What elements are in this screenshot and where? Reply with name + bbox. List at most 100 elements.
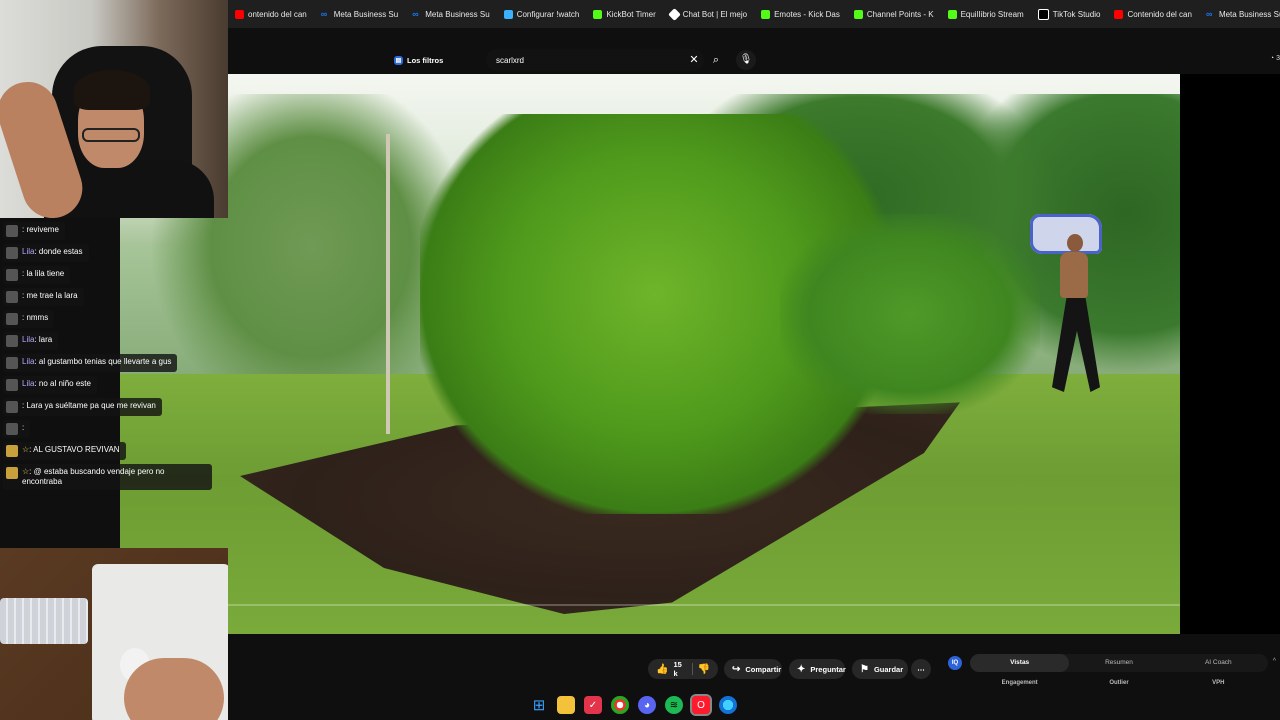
youtube-icon <box>235 9 244 19</box>
panel-tab-ai-coach[interactable]: AI Coach <box>1169 654 1268 672</box>
ask-button[interactable]: ✦ Preguntar <box>789 659 846 679</box>
chat-message-body: : <box>22 423 24 433</box>
chat-text: : lara <box>34 335 53 344</box>
chat-username: Lila <box>22 379 35 388</box>
meta-icon: ∞ <box>1205 8 1213 19</box>
bookmark-item[interactable]: ∞ Meta Business Su <box>314 0 405 28</box>
sparkle-icon: ✦ <box>797 663 806 675</box>
save-label: Guardar <box>873 664 904 674</box>
bookmark-label: ontenido del can <box>248 9 307 19</box>
chat-username: Lila <box>22 335 35 344</box>
analytics-panel: IQ Vistas Resumen AI Coach Engagement Outli… <box>940 650 1280 700</box>
video-progress-bar[interactable] <box>120 604 1180 606</box>
chat-text: : no al niño este <box>34 379 91 388</box>
video-bag <box>1030 214 1102 254</box>
search-icon[interactable]: ⌕ <box>706 50 726 70</box>
like-dislike-group[interactable]: 👍 15 k 👎 <box>648 659 718 679</box>
bookmark-label: Meta Business Su <box>425 9 490 19</box>
chat-avatar <box>6 445 18 457</box>
chat-message: : Lara ya suéltame pa que me revivan <box>3 398 162 416</box>
chat-message: Lila: donde estas <box>3 244 89 262</box>
chat-avatar <box>6 225 18 237</box>
app-icon[interactable] <box>719 696 737 714</box>
panel-tab-vistas[interactable]: Vistas <box>970 654 1070 672</box>
file-explorer-icon[interactable] <box>557 696 575 714</box>
like-icon[interactable]: 👍 <box>656 664 668 675</box>
chat-message: : <box>3 420 31 438</box>
chat-message: ☆: @ estaba buscando vendaje pero no enc… <box>3 464 212 490</box>
bookmark-item[interactable]: Chat Bot | El mejo <box>663 0 754 28</box>
header-right-indicator: ◔ 3 <box>1269 55 1280 62</box>
kick-icon <box>761 9 771 19</box>
bookmark-item[interactable]: EquilIibrio Stream <box>941 0 1031 28</box>
bookmark-label: Configurar !watch <box>516 9 580 19</box>
bookmark-item[interactable]: Emotes - Kick Das <box>754 0 847 28</box>
red-app-icon[interactable]: ✓ <box>584 696 602 714</box>
panel-column-header: Engagement <box>1001 680 1038 686</box>
bookmark-label: Contenido del can <box>1127 9 1192 19</box>
bookmark-item[interactable]: KickBot Timer <box>586 0 662 28</box>
microphone-icon[interactable]: 🎙 <box>736 50 756 70</box>
chat-username: Lila <box>22 357 35 366</box>
chat-message-body: : me trae la lara <box>22 291 78 301</box>
clear-search-icon[interactable]: ✕ <box>684 50 704 70</box>
chat-avatar <box>6 291 18 303</box>
chat-avatar <box>6 313 18 325</box>
bookmark-label: KickBot Timer <box>606 9 656 19</box>
bookmark-label: Meta Business Su <box>333 9 399 19</box>
bookmark-label: Meta Business Su <box>1218 9 1280 19</box>
bookmark-item[interactable]: ∞ Meta Business Su <box>405 0 496 28</box>
share-label: Compartir <box>745 664 782 674</box>
chat-message-body: Lila: donde estas <box>22 247 83 257</box>
save-button[interactable]: ⚑ Guardar <box>852 659 908 679</box>
windows-start-icon[interactable]: ⊞ <box>530 696 548 714</box>
panel-logo-icon: IQ <box>948 656 962 670</box>
chat-text: : al gustambo tenias que llevarte a gus <box>34 357 172 366</box>
chat-message: ☆: AL GUSTAVO REVIVAN <box>3 442 126 460</box>
chat-message-body: Lila: lara <box>22 335 52 345</box>
spotify-icon[interactable]: ≋ <box>665 696 683 714</box>
chat-icon <box>667 7 681 21</box>
bookmark-label: TikTok Studio <box>1052 9 1101 19</box>
video-player[interactable] <box>120 74 1180 634</box>
filters-button[interactable]: ▤ Los filtros <box>394 52 443 68</box>
chat-avatar <box>6 247 18 259</box>
config-icon <box>503 9 513 19</box>
discord-icon[interactable]: ◕ <box>638 696 656 714</box>
share-button[interactable]: ↪ Compartir <box>724 659 782 679</box>
bookmark-item[interactable]: TikTok Studio <box>1031 0 1108 28</box>
webcam-overlay <box>0 0 228 218</box>
like-divider <box>691 663 693 675</box>
chat-message: Lila: al gustambo tenias que llevarte a … <box>3 354 178 372</box>
bookmark-item[interactable]: Configurar !watch <box>497 0 587 28</box>
video-person-legs <box>1052 298 1100 392</box>
chat-message-body: Lila: no al niño este <box>22 379 91 389</box>
dislike-icon[interactable]: 👎 <box>698 664 710 675</box>
video-person <box>1020 214 1110 404</box>
chat-text: : la lila tiene <box>22 269 65 278</box>
panel-tab-resumen[interactable]: Resumen <box>1069 654 1168 672</box>
search-box[interactable] <box>486 49 704 71</box>
more-actions-button[interactable]: ⋯ <box>911 659 931 679</box>
chat-message: Lila: lara <box>3 332 59 350</box>
right-black-strip <box>1180 74 1280 634</box>
chat-avatar <box>6 269 18 281</box>
bookmark-item[interactable]: ontenido del can <box>228 0 314 28</box>
opera-icon[interactable]: O <box>690 694 712 716</box>
chat-message: : nmms <box>3 310 55 328</box>
chevron-up-icon[interactable]: ^ <box>1273 658 1276 665</box>
search-input[interactable] <box>494 54 678 66</box>
bookmark-item[interactable]: Channel Points - K <box>847 0 941 28</box>
webcam-glasses <box>82 128 140 142</box>
bookmark-label: Channel Points - K <box>866 9 934 19</box>
filters-label: Los filtros <box>407 55 444 65</box>
panel-column-header: Outlier <box>1109 680 1129 686</box>
bookmark-item[interactable]: ∞ Meta Business Su <box>1199 0 1280 28</box>
chrome-icon[interactable] <box>611 696 629 714</box>
bookmark-icon: ⚑ <box>860 663 869 675</box>
panel-columns: Engagement Outlier VPH <box>970 680 1268 686</box>
more-icon: ⋯ <box>917 664 925 674</box>
bookmark-item[interactable]: Contenido del can <box>1107 0 1199 28</box>
kick-icon <box>853 9 863 19</box>
chat-message-body: Lila: al gustambo tenias que llevarte a … <box>22 357 171 367</box>
